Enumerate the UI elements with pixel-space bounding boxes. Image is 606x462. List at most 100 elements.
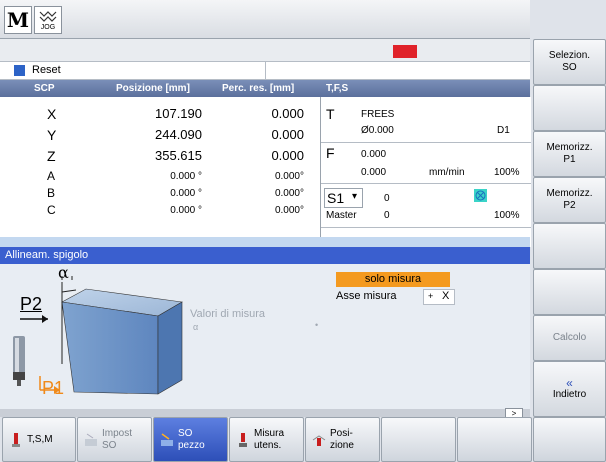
axis-position: 244.090	[155, 127, 202, 142]
alarm-indicator-icon	[393, 45, 417, 58]
softkey-label: Calcolo	[552, 332, 587, 343]
softkey-empty-2[interactable]	[533, 85, 606, 131]
tool-name: FREES	[361, 109, 395, 120]
message-line	[0, 39, 530, 62]
feed-label: F	[326, 145, 335, 161]
bottom-key-label: Impost SO	[102, 427, 133, 451]
bottom-key-so-pezzo[interactable]: SO pezzo	[153, 417, 228, 462]
asse-misura-field[interactable]: + X	[423, 289, 455, 305]
horizontal-scroll-row: >	[0, 408, 530, 419]
spindle-label: S1	[327, 190, 345, 206]
p1-label: P1	[42, 378, 65, 398]
jog-mode-icon[interactable]: JOG	[34, 6, 62, 34]
asse-value: X	[442, 290, 450, 302]
asse-sign: +	[428, 291, 434, 301]
spindle-override: 100%	[494, 210, 520, 221]
tool-d-number: D1	[497, 125, 510, 136]
softkey-memorizz-p2[interactable]: Memorizz. P2	[533, 177, 606, 223]
feed-override: 100%	[494, 167, 520, 178]
softkey-calcolo[interactable]: Calcolo	[533, 315, 606, 361]
header-remaining: Perc. res. [mm]	[222, 83, 295, 94]
axis-name: Y	[47, 127, 57, 143]
work-offset-icon	[85, 433, 97, 446]
p2-label: P2	[20, 294, 43, 314]
asse-misura-label: Asse misura	[336, 290, 397, 302]
tool-measure-icon	[239, 432, 247, 447]
master-value: 0	[384, 210, 390, 221]
axis-remaining: 0.000	[271, 127, 304, 142]
softkey-indietro[interactable]: « Indietro	[533, 361, 606, 417]
measure-graphic-area: α P2 P1 Valori di misura α • solo misura…	[0, 263, 530, 409]
softkey-label: Memorizz. P2	[546, 188, 593, 211]
function-title: Allineam. spigolo	[5, 249, 89, 261]
header-tfs: T,F,S	[326, 83, 349, 94]
tool-icon	[12, 432, 20, 447]
bottom-key-impost-so[interactable]: Impost SO	[77, 417, 152, 462]
axis-name: A	[47, 169, 56, 183]
axis-table-header: SCP Posizione [mm] Perc. res. [mm] T,F,S	[0, 80, 530, 97]
bottom-key-tsm[interactable]: T,S,M	[2, 417, 76, 462]
spindle-value: 0	[384, 193, 390, 204]
bottom-key-label: SO pezzo	[178, 427, 205, 451]
tool-label: T	[326, 106, 335, 122]
bottom-key-label: Misura utens.	[254, 427, 285, 451]
bottom-key-posizione[interactable]: Posi- zione	[305, 417, 380, 462]
feed-actual: 0.000	[361, 167, 387, 178]
softkey-empty-5[interactable]	[533, 223, 606, 269]
machine-icon[interactable]: M	[4, 6, 32, 34]
top-bar: M JOG	[0, 0, 530, 39]
workpiece-zero-icon	[161, 432, 173, 446]
position-icon	[312, 434, 326, 446]
machine-logo: M	[6, 8, 30, 32]
tfs-panel: T FREES Ø0.000 D1 F 0.000 0.000 mm/min 1…	[320, 97, 531, 247]
axis-position: 0.000 °	[170, 171, 202, 182]
softkey-empty-6[interactable]	[533, 269, 606, 315]
bottom-key-label: T,S,M	[27, 434, 53, 445]
axis-name: X	[47, 106, 57, 122]
jog-wave-icon	[39, 11, 57, 22]
alpha-label: α	[58, 263, 69, 282]
separator-strip	[0, 237, 530, 247]
axis-remaining: 0.000°	[274, 205, 304, 216]
axis-name: C	[47, 203, 56, 217]
bottom-key-empty-6[interactable]	[381, 417, 456, 462]
axis-name: Z	[47, 148, 56, 164]
bottom-key-empty-8[interactable]	[533, 417, 606, 462]
feed-unit: mm/min	[429, 167, 465, 178]
master-label: Master	[326, 210, 357, 221]
feed-value: 0.000	[361, 149, 387, 160]
bottom-key-empty-7[interactable]	[457, 417, 532, 462]
bottom-key-label: Posi- zione	[330, 427, 354, 451]
reset-label: Reset	[32, 64, 61, 76]
header-position: Posizione [mm]	[116, 83, 190, 94]
axis-remaining: 0.000°	[274, 171, 304, 182]
axis-table: X 107.190 0.000 Y 244.090 0.000 Z 355.61…	[0, 97, 320, 237]
function-title-bar: Allineam. spigolo	[0, 247, 530, 264]
axis-remaining: 0.000	[271, 106, 304, 121]
axis-position: 355.615	[155, 148, 202, 163]
divider	[265, 62, 266, 79]
softkey-selezion-so[interactable]: Selezion. SO	[533, 39, 606, 85]
softkey-label: Memorizz. P1	[546, 142, 593, 165]
measured-alpha: α	[193, 322, 199, 332]
axis-position: 107.190	[155, 106, 202, 121]
softkey-label: Selezion. SO	[548, 50, 591, 73]
axis-position: 0.000 °	[170, 188, 202, 199]
spindle-stop-icon	[474, 189, 487, 202]
divider	[321, 183, 531, 184]
tool-diameter: Ø0.000	[361, 125, 394, 136]
reset-state-icon	[14, 65, 25, 76]
measured-values-label: Valori di misura	[190, 308, 265, 320]
axis-remaining: 0.000°	[274, 188, 304, 199]
measured-value-dot: •	[315, 320, 319, 330]
bottom-key-misura-utens[interactable]: Misura utens.	[229, 417, 304, 462]
divider	[321, 227, 531, 228]
softkey-memorizz-p1[interactable]: Memorizz. P1	[533, 131, 606, 177]
axis-position: 0.000 °	[170, 205, 202, 216]
spindle-select[interactable]: S1 ▾	[324, 188, 363, 208]
divider	[321, 142, 531, 143]
solo-misura-badge[interactable]: solo misura	[336, 272, 450, 287]
axis-name: B	[47, 186, 56, 200]
jog-label: JOG	[40, 24, 56, 31]
chevron-down-icon: ▾	[352, 191, 358, 202]
